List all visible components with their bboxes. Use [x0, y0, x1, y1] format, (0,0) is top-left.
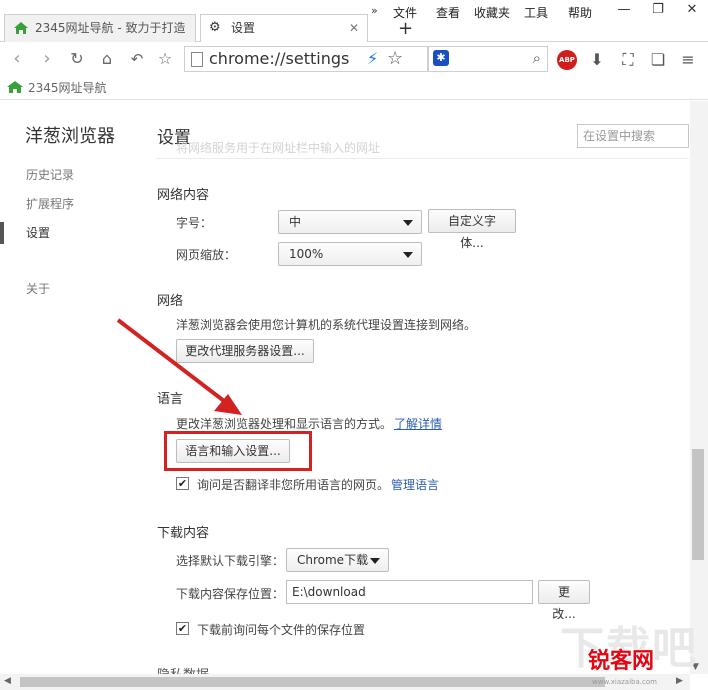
browser-brand: 洋葱浏览器 [25, 126, 115, 147]
fullscreen-icon[interactable]: ⛶ [617, 49, 639, 71]
new-tab-button[interactable]: + [398, 20, 413, 38]
change-location-button[interactable]: 更改... [538, 580, 590, 621]
browser-window: 2345网址导航 - 致力于打造 ⚙ 设置 ✕ » + 文件 查看 收藏夹 工具… [0, 0, 708, 690]
translate-checkbox-label: 询问是否翻译非您所用语言的网页。 [197, 478, 390, 492]
undo-close-icon[interactable]: ↶ [126, 48, 148, 70]
font-size-value: 中 [289, 215, 302, 229]
search-icon[interactable]: ⌕ [533, 49, 541, 67]
download-location-field[interactable]: E:\download [286, 580, 533, 604]
menu-file[interactable]: 文件 [393, 4, 417, 21]
sidebar-item-settings[interactable]: 设置 [26, 224, 50, 241]
tab-title: 2345网址导航 - 致力于打造 [35, 21, 186, 35]
manage-languages-link[interactable]: 管理语言 [391, 476, 439, 493]
page-zoom-value: 100% [289, 247, 324, 261]
sidebar-item-about[interactable]: 关于 [26, 280, 50, 297]
sidebar-item-extensions[interactable]: 扩展程序 [26, 195, 74, 212]
address-bar[interactable]: chrome://settings ⚡ ☆ [184, 46, 428, 72]
tab-settings[interactable]: ⚙ 设置 ✕ [200, 14, 368, 42]
restore-icon[interactable]: ❐ [646, 2, 670, 17]
menu-help[interactable]: 帮助 [568, 4, 592, 21]
annotation-arrow-icon [116, 318, 242, 415]
extension-download-icon[interactable]: ⬇ [586, 49, 608, 71]
ask-location-checkbox[interactable]: ✔ [176, 622, 189, 635]
section-title-web-content: 网络内容 [157, 188, 210, 203]
download-location-label: 下载内容保存位置： [176, 587, 285, 601]
back-icon[interactable]: ‹ [6, 48, 28, 70]
sidebar-active-indicator [0, 222, 4, 244]
page-zoom-select[interactable]: 100% [278, 242, 422, 266]
bookmark-2345[interactable]: 2345网址导航 [6, 79, 107, 96]
vertical-scrollbar[interactable] [690, 101, 708, 674]
watermark-url: www.xiazaiba.com [592, 678, 657, 686]
reload-icon[interactable]: ↻ [66, 48, 88, 70]
faded-setting-text: 将网络服务用于在网址栏中输入的网址 [176, 141, 381, 155]
custom-font-button[interactable]: 自定义字体... [428, 209, 516, 250]
tab-overflow-chevron[interactable]: » [371, 4, 378, 17]
window-icon[interactable]: ❏ [647, 49, 669, 71]
font-size-select[interactable]: 中 [278, 210, 422, 234]
search-engine-box[interactable]: ✱ ⌕ [428, 46, 548, 72]
download-engine-label: 选择默认下载引擎： [176, 554, 285, 568]
scroll-right-icon[interactable]: ▶ [676, 676, 683, 686]
bookmark-label: 2345网址导航 [28, 81, 107, 95]
tab-2345-navigation[interactable]: 2345网址导航 - 致力于打造 [4, 14, 196, 42]
menu-view[interactable]: 查看 [436, 4, 460, 21]
download-engine-value: Chrome下载 [297, 553, 369, 567]
translate-checkbox[interactable]: ✔ [176, 477, 189, 490]
tab-title: 设置 [231, 21, 256, 35]
sidebar-item-history[interactable]: 历史记录 [26, 166, 74, 183]
address-url[interactable]: chrome://settings [209, 49, 349, 68]
horizontal-scrollbar-thumb[interactable] [20, 677, 605, 687]
chevron-down-icon [370, 558, 380, 564]
adblock-plus-icon[interactable]: ABP [557, 50, 577, 70]
ask-location-label: 下载前询问每个文件的保存位置 [197, 623, 366, 637]
header-divider [156, 158, 689, 159]
baidu-paw-icon[interactable]: ✱ [433, 50, 449, 66]
chevron-down-icon [403, 220, 413, 226]
chevron-down-icon [403, 252, 413, 258]
gear-icon: ⚙ [209, 20, 221, 35]
font-size-label: 字号： [176, 216, 213, 230]
page-zoom-label: 网页缩放： [176, 248, 237, 262]
section-title-network: 网络 [157, 294, 184, 309]
vertical-scrollbar-thumb[interactable] [692, 449, 704, 560]
menu-icon[interactable]: ≡ [677, 49, 699, 71]
page-icon [191, 52, 203, 67]
minimize-icon[interactable]: — [612, 2, 636, 17]
learn-more-link[interactable]: 了解详情 [394, 415, 442, 432]
highlight-box [164, 431, 312, 471]
scroll-left-icon[interactable]: ◀ [4, 676, 11, 686]
watermark-logo: 锐客网 [588, 649, 655, 674]
close-window-icon[interactable]: ✕ [680, 2, 704, 17]
star-icon[interactable]: ☆ [387, 48, 403, 69]
lightning-icon[interactable]: ⚡ [367, 49, 378, 68]
forward-icon[interactable]: › [36, 48, 58, 70]
settings-search-input[interactable]: 在设置中搜索 [577, 124, 689, 148]
close-icon[interactable]: ✕ [349, 15, 359, 41]
menu-favorites[interactable]: 收藏夹 [474, 4, 510, 21]
section-title-downloads: 下载内容 [157, 526, 210, 541]
home-2345-icon [14, 22, 28, 34]
home-icon[interactable]: ⌂ [96, 48, 118, 70]
menu-tools[interactable]: 工具 [524, 4, 548, 21]
bookmark-star-icon[interactable]: ☆ [154, 48, 176, 70]
home-2345-icon [7, 81, 23, 93]
download-engine-select[interactable]: Chrome下载 [286, 548, 389, 572]
